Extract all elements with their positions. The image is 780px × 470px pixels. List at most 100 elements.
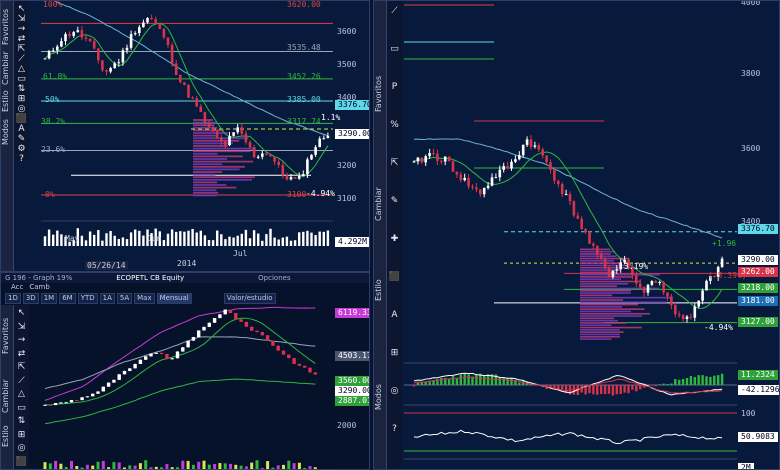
candle-body — [117, 374, 121, 380]
volume-bar — [207, 239, 211, 246]
daily-candlestick-chart[interactable] — [1, 1, 369, 271]
candle-body — [588, 232, 591, 244]
candle-body — [310, 154, 313, 160]
volume-bar — [277, 239, 280, 246]
candle-body — [518, 155, 521, 160]
volume-bar — [105, 233, 108, 246]
indicator-bar — [96, 461, 100, 469]
indicator-bar — [197, 461, 201, 469]
volume-bar — [285, 236, 289, 246]
indicator-bar — [313, 467, 317, 469]
macd-histogram-bar — [455, 377, 459, 385]
candle-body — [494, 177, 498, 179]
volume-bar — [170, 229, 174, 246]
volume-bar — [88, 231, 92, 246]
macd-histogram-bar — [705, 376, 708, 385]
indicator-bar — [239, 465, 243, 469]
x-label-may: May — [65, 234, 80, 243]
volume-bar — [43, 236, 47, 246]
candle-body — [271, 340, 275, 346]
volume-profile-bar — [193, 134, 216, 137]
macd-histogram-bar — [596, 385, 599, 395]
volume-profile-bar — [193, 194, 217, 197]
candle-body — [603, 258, 607, 269]
volume-profile-bar — [193, 150, 251, 153]
candle-body — [255, 330, 259, 333]
candle-body — [306, 159, 309, 175]
volume-bar — [293, 240, 297, 246]
indicator-bar — [255, 460, 259, 469]
volume-profile-bar — [580, 324, 612, 327]
candle-body — [191, 97, 194, 99]
volume-profile-bar — [580, 301, 667, 304]
macd-histogram-bar — [678, 379, 681, 385]
indicator-bar — [64, 467, 68, 469]
macd-histogram-bar — [611, 385, 615, 396]
candle-body — [150, 17, 153, 20]
volume-profile-bar — [580, 308, 645, 310]
candle-body — [541, 149, 544, 156]
macd-histogram-bar — [635, 385, 638, 392]
indicator-bar — [176, 467, 179, 469]
volume-profile-bar — [580, 333, 620, 336]
candle-body — [471, 186, 474, 188]
candle-body — [545, 155, 548, 163]
volume-bar — [129, 232, 133, 246]
volume-bar — [97, 230, 100, 246]
x-label-year: 2014 — [177, 259, 197, 268]
indicator-bar — [48, 463, 52, 469]
candle-body — [101, 386, 105, 392]
candle-body — [314, 147, 317, 155]
macd-histogram-bar — [486, 374, 490, 385]
candle-body — [506, 166, 509, 169]
monthly-candlestick-chart[interactable] — [1, 273, 369, 469]
volume-profile-bar — [580, 299, 624, 301]
candle-body — [646, 284, 650, 293]
candle-body — [277, 161, 280, 166]
volume-profile-bar — [193, 152, 218, 155]
candle-body — [181, 347, 185, 352]
indicator-bar — [218, 463, 222, 469]
volume-profile-bar — [580, 283, 629, 285]
volume-profile-bar — [193, 178, 252, 181]
candle-body — [322, 138, 326, 140]
candle-body — [64, 402, 68, 404]
candle-body — [420, 157, 424, 163]
macd-histogram-bar — [475, 373, 478, 385]
candle-body — [549, 162, 552, 170]
indicator-bar — [244, 466, 248, 469]
main-candlestick-chart[interactable] — [374, 1, 779, 469]
indicator-bar — [107, 467, 111, 469]
candle-body — [576, 215, 580, 219]
indicator-bar — [85, 464, 89, 469]
macd-histogram-bar — [518, 382, 521, 385]
candle-body — [138, 27, 141, 34]
macd-histogram-bar — [561, 385, 564, 390]
candle-body — [129, 34, 133, 48]
candle-body — [479, 189, 482, 195]
macd-histogram-bar — [713, 375, 716, 385]
macd-histogram-bar — [603, 385, 607, 395]
macd-histogram-bar — [689, 375, 693, 385]
indicator-bar — [91, 465, 95, 469]
candle-body — [199, 106, 203, 112]
candle-body — [68, 34, 71, 36]
indicator-bar — [207, 464, 211, 469]
candle-body — [220, 137, 223, 142]
candle-body — [705, 280, 708, 291]
candle-body — [580, 218, 583, 230]
macd-histogram-bar — [498, 377, 501, 385]
candle-body — [105, 70, 108, 72]
candle-body — [521, 144, 525, 156]
volume-profile-bar — [580, 319, 618, 322]
candle-body — [650, 281, 654, 285]
volume-profile-bar — [580, 335, 620, 338]
main-chart-panel: Favoritos Cambiar Estilo Modos ⟋ ▭ P% ⇱ ✎ ✚ ⬛ A… — [373, 0, 780, 470]
volume-profile-bar — [193, 145, 228, 147]
candle-body — [463, 177, 466, 181]
volume-bar — [310, 232, 313, 246]
candle-body — [43, 58, 47, 60]
pct-annotation: 3.19% — [624, 262, 649, 271]
candle-body — [138, 359, 143, 365]
indicator-bar — [276, 465, 280, 469]
